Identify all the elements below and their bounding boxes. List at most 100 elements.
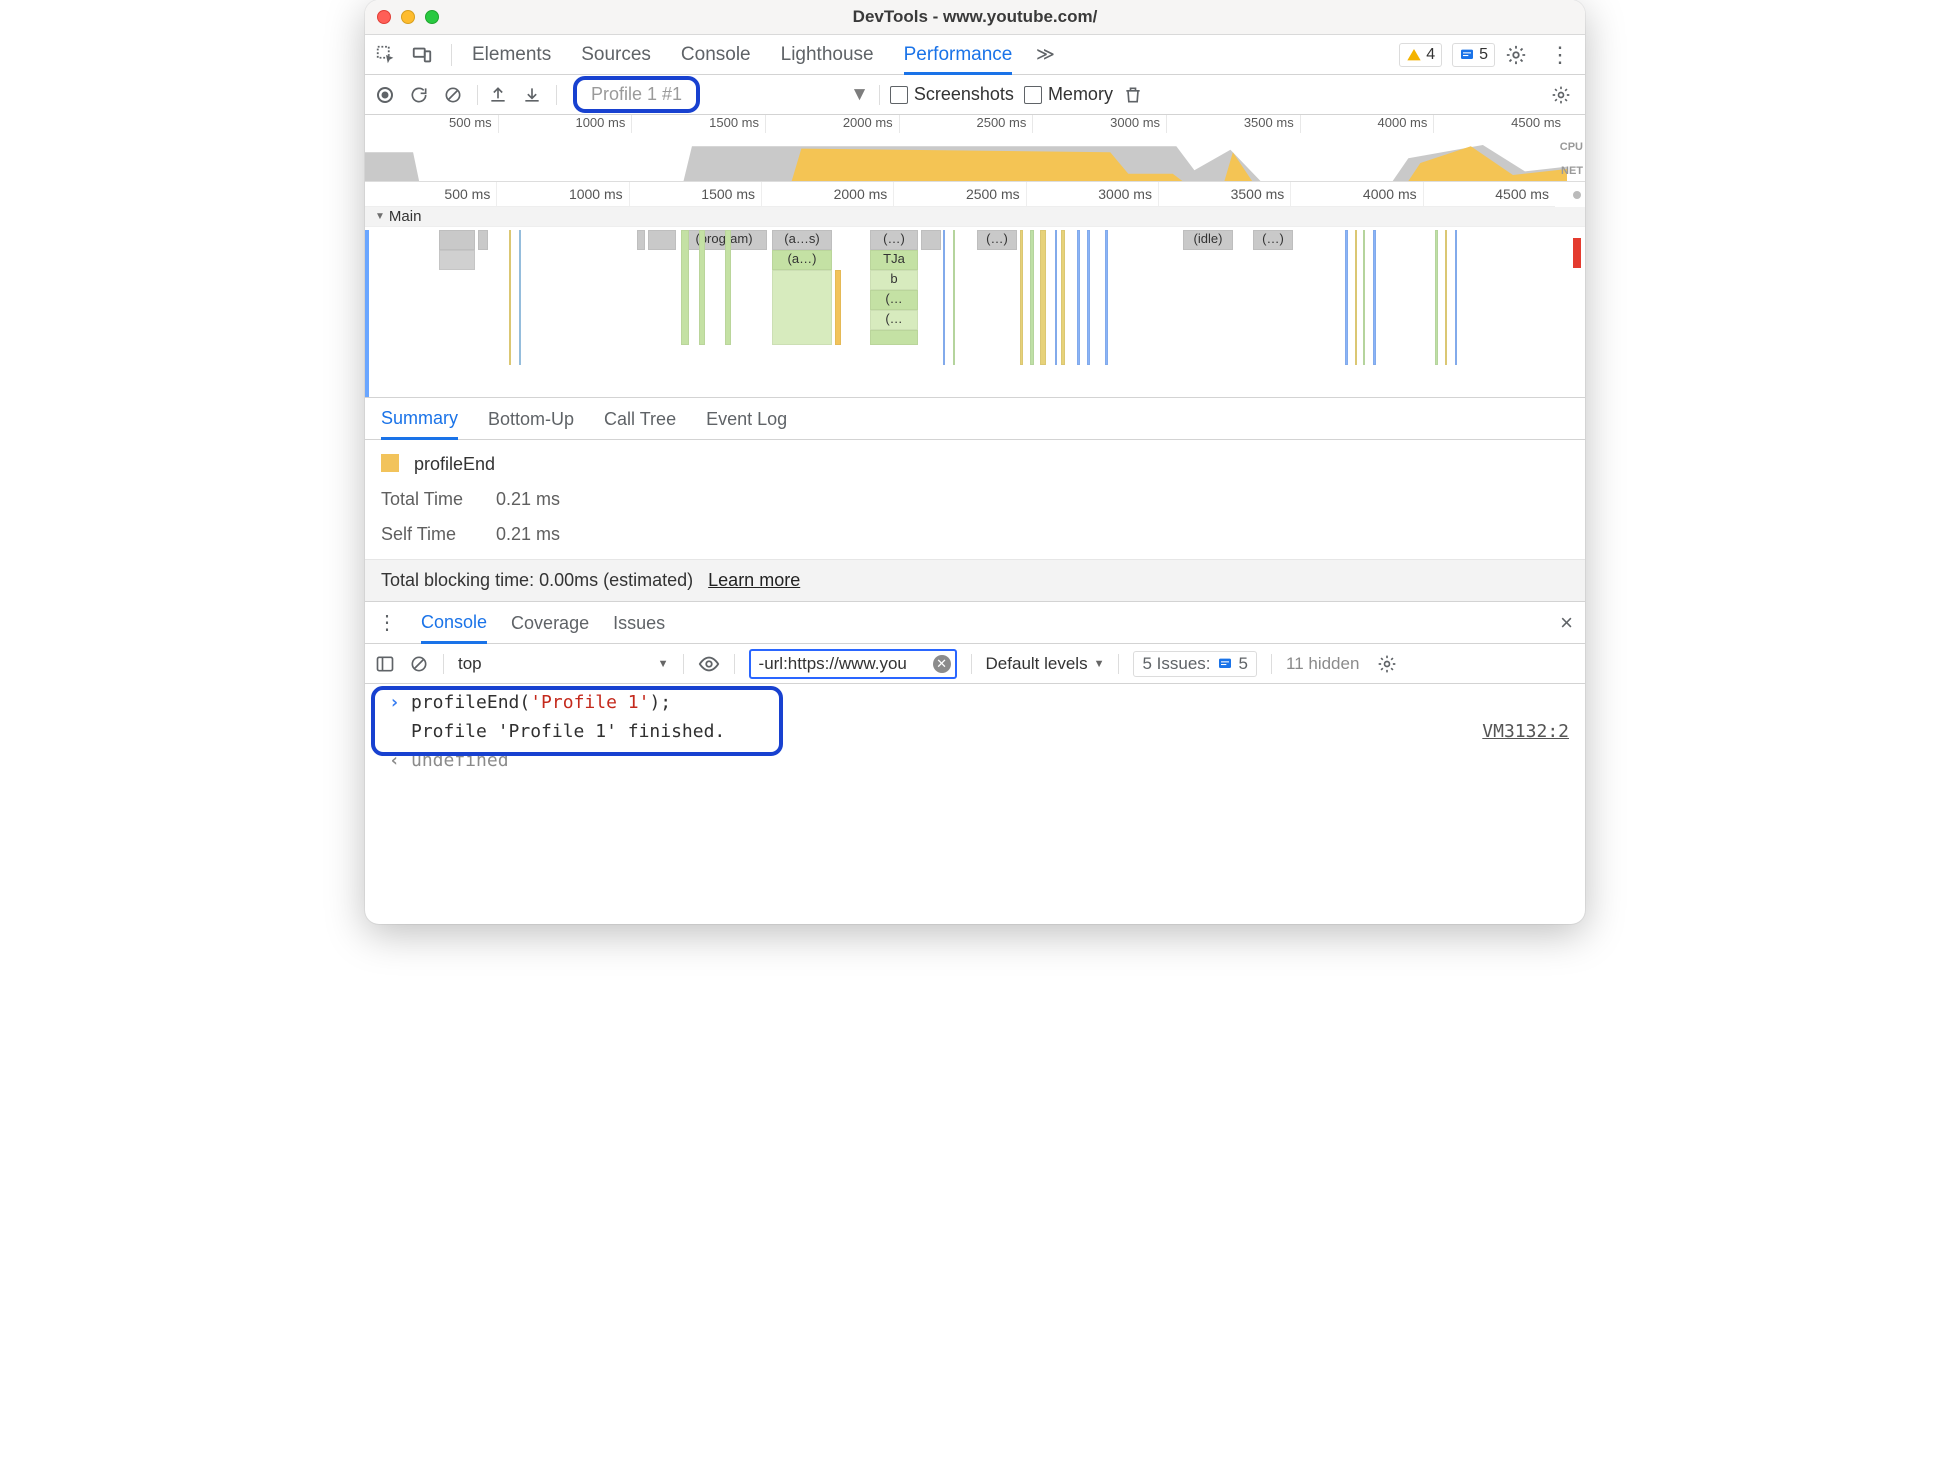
flame-block[interactable]: TJa [870,250,918,270]
log-level-selector[interactable]: Default levels ▼ [986,654,1105,674]
separator [477,85,478,105]
detail-tab-bottom-up[interactable]: Bottom-Up [488,399,574,438]
warnings-badge[interactable]: 4 [1399,43,1442,67]
capture-settings-gear-icon[interactable] [1551,85,1575,105]
console-context-selector[interactable]: top ▼ [458,654,669,674]
flame-marker [725,230,731,345]
tick: 2500 ms [894,182,1026,206]
tick: 4000 ms [1291,182,1423,206]
detail-tab-summary[interactable]: Summary [381,398,458,440]
console-body[interactable]: › profileEnd('Profile 1'); › Profile 'Pr… [365,684,1585,779]
flame-block[interactable] [439,230,475,250]
screenshots-checkbox[interactable]: Screenshots [890,84,1014,105]
flame-marker [943,230,945,365]
upload-icon[interactable] [488,85,512,105]
summary-event: profileEnd [381,454,1569,475]
tab-lighthouse[interactable]: Lighthouse [781,36,874,74]
kebab-menu-icon[interactable]: ⋮ [1545,42,1575,68]
clear-filter-icon[interactable]: ✕ [933,655,951,673]
console-output-line: › Profile 'Profile 1' finished. VM3132:2 [389,717,1569,746]
messages-badge[interactable]: 5 [1452,43,1495,67]
main-thread-header[interactable]: Main [365,207,1585,227]
flame-block[interactable] [478,230,488,250]
overview-ticks: 500 ms 1000 ms 1500 ms 2000 ms 2500 ms 3… [365,115,1567,133]
flame-block[interactable]: (… [870,290,918,310]
tick: 3000 ms [1027,182,1159,206]
flame-block[interactable]: (idle) [1183,230,1233,250]
device-toolbar-icon[interactable] [411,44,441,66]
record-icon[interactable] [375,85,399,105]
console-clear-icon[interactable] [409,654,429,674]
tab-sources[interactable]: Sources [581,36,651,74]
drawer-tab-issues[interactable]: Issues [613,603,665,642]
console-context-value: top [458,654,482,674]
flame-block[interactable]: (a…s) [772,230,832,250]
tick: 1500 ms [632,115,766,133]
log-level-label: Default levels [986,654,1088,674]
inspect-element-icon[interactable] [375,44,405,66]
flame-block[interactable]: (…) [870,230,918,250]
separator [451,44,452,66]
download-icon[interactable] [522,85,546,105]
drawer-tab-coverage[interactable]: Coverage [511,603,589,642]
screenshots-label: Screenshots [914,84,1014,105]
total-time-value: 0.21 ms [496,489,560,509]
main-tabstrip: Elements Sources Console Lighthouse Perf… [365,35,1585,75]
tab-elements[interactable]: Elements [472,36,551,74]
live-expression-eye-icon[interactable] [698,653,720,675]
tick: 4000 ms [1301,115,1435,133]
console-filter-value: -url:https://www.you [759,654,907,673]
detail-tab-event-log[interactable]: Event Log [706,399,787,438]
flame-block[interactable]: (… [870,310,918,330]
drawer-tab-console[interactable]: Console [421,602,487,644]
drawer-more-icon[interactable]: ⋮ [377,610,397,635]
flame-block[interactable] [648,230,676,250]
flame-stack[interactable] [772,270,832,345]
tick: 3000 ms [1033,115,1167,133]
flame-block[interactable] [439,250,475,270]
settings-gear-icon[interactable] [1505,44,1535,66]
flame-ticks: 500 ms 1000 ms 1500 ms 2000 ms 2500 ms 3… [365,182,1555,207]
tick: 1000 ms [499,115,633,133]
cpu-row-label: CPU [1560,135,1583,159]
memory-checkbox[interactable]: Memory [1024,84,1113,105]
flame-block[interactable]: b [870,270,918,290]
flame-block[interactable]: (program) [681,230,767,250]
hidden-count: 11 hidden [1286,654,1359,674]
flame-block[interactable]: (a…) [772,250,832,270]
flame-stack[interactable] [870,330,918,345]
drawer-close-icon[interactable]: × [1560,610,1573,636]
tick: 3500 ms [1159,182,1291,206]
console-sidebar-toggle-icon[interactable] [375,654,395,674]
flame-block[interactable] [637,230,645,250]
flame-block[interactable]: (…) [1253,230,1293,250]
detail-tab-call-tree[interactable]: Call Tree [604,399,676,438]
profile-selector[interactable]: Profile 1 #1 [573,76,700,113]
console-settings-gear-icon[interactable] [1377,654,1397,674]
more-tabs-chevron-icon[interactable]: ≫ [1030,44,1060,65]
tab-console[interactable]: Console [681,36,751,74]
issues-pill[interactable]: 5 Issues: 5 [1133,651,1257,677]
tbt-learn-more-link[interactable]: Learn more [708,570,800,590]
console-source-link[interactable]: VM3132:2 [1482,721,1569,742]
console-input-tail: ); [649,692,671,713]
console-filter-input[interactable]: -url:https://www.you ✕ [749,649,957,679]
return-caret-icon: ‹ [389,750,401,771]
tick: 2000 ms [762,182,894,206]
overview-row-labels: CPU NET [1560,135,1583,183]
tab-performance[interactable]: Performance [904,36,1013,75]
flame-block[interactable] [921,230,941,250]
flame-marker [1087,230,1090,365]
performance-toolbar: Profile 1 #1 ▼ Screenshots Memory [365,75,1585,115]
flame-block[interactable]: (…) [977,230,1017,250]
flame-marker [1020,230,1023,365]
timeline-overview[interactable]: 500 ms 1000 ms 1500 ms 2000 ms 2500 ms 3… [365,115,1585,182]
trash-icon[interactable] [1123,85,1147,105]
flame-marker [1435,230,1438,365]
flame-scrollbar-thumb[interactable] [1573,191,1581,199]
flame-chart[interactable]: 500 ms 1000 ms 1500 ms 2000 ms 2500 ms 3… [365,182,1585,398]
devtools-window: DevTools - www.youtube.com/ Elements Sou… [365,0,1585,924]
reload-icon[interactable] [409,85,433,105]
clear-icon[interactable] [443,85,467,105]
profile-dropdown-caret-icon[interactable]: ▼ [850,84,869,106]
